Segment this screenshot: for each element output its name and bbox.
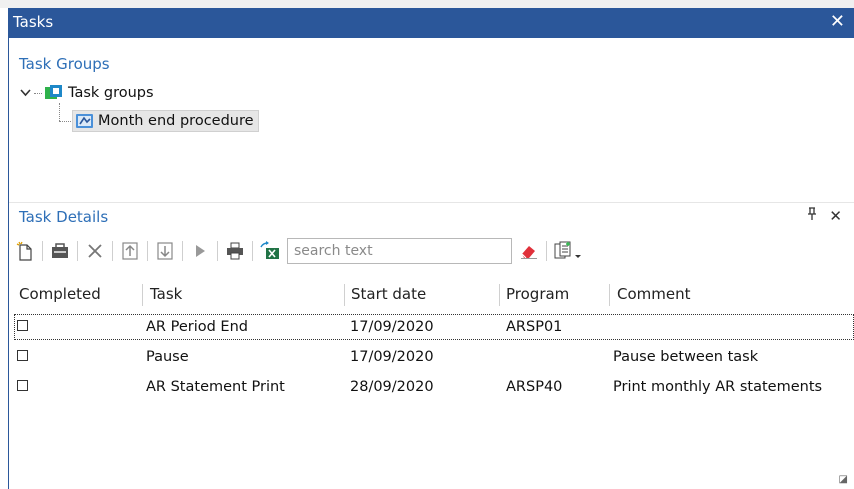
- column-header-start-date[interactable]: Start date: [351, 285, 426, 303]
- task-cell: Pause: [146, 349, 189, 365]
- task-groups-icon: [44, 84, 64, 102]
- toolbar-separator: [77, 241, 78, 261]
- comment-cell: Print monthly AR statements: [613, 379, 823, 395]
- table-row[interactable]: Pause 17/09/2020 Pause between task: [14, 344, 854, 370]
- pane-divider: [9, 202, 854, 203]
- tree-connector-horizontal: [59, 121, 71, 122]
- program-cell: ARSP40: [506, 379, 563, 395]
- tree-connector: [34, 92, 42, 94]
- column-separator[interactable]: [142, 284, 143, 306]
- toolbar-separator: [252, 241, 253, 261]
- run-icon[interactable]: [189, 240, 211, 262]
- table-row[interactable]: AR Period End 17/09/2020 ARSP01: [14, 314, 854, 340]
- window-titlebar: Tasks ✕: [8, 8, 854, 38]
- properties-icon[interactable]: [49, 240, 71, 262]
- column-chooser-icon[interactable]: [553, 240, 583, 262]
- tree-node-task-groups[interactable]: Task groups: [20, 84, 154, 102]
- program-cell: ARSP01: [506, 319, 563, 335]
- task-groups-heading: Task Groups: [19, 55, 110, 73]
- task-cell: AR Statement Print: [146, 379, 285, 395]
- task-grid-header: Completed Task Start date Program Commen…: [14, 282, 854, 308]
- export-excel-icon[interactable]: [259, 240, 281, 262]
- resize-grip-icon[interactable]: ◪: [839, 474, 848, 485]
- print-icon[interactable]: [224, 240, 246, 262]
- chevron-down-icon[interactable]: [20, 85, 34, 101]
- task-toolbar: [14, 236, 589, 266]
- column-header-completed[interactable]: Completed: [19, 285, 101, 303]
- move-down-icon[interactable]: [154, 240, 176, 262]
- column-header-comment[interactable]: Comment: [617, 285, 691, 303]
- completed-checkbox[interactable]: [17, 320, 28, 331]
- top-strip: [0, 0, 854, 8]
- completed-checkbox[interactable]: [17, 350, 28, 361]
- toolbar-separator: [182, 241, 183, 261]
- column-separator[interactable]: [499, 284, 500, 306]
- toolbar-separator: [112, 241, 113, 261]
- toolbar-separator: [217, 241, 218, 261]
- delete-icon[interactable]: [84, 240, 106, 262]
- search-input[interactable]: [287, 238, 512, 264]
- completed-checkbox[interactable]: [17, 380, 28, 391]
- start-date-cell: 28/09/2020: [350, 379, 434, 395]
- clear-search-icon[interactable]: [518, 240, 540, 262]
- close-icon[interactable]: ✕: [830, 11, 845, 32]
- tree-node-label: Task groups: [68, 85, 154, 101]
- window-left-border: [8, 38, 9, 489]
- task-details-heading: Task Details: [19, 208, 109, 226]
- close-icon[interactable]: ✕: [829, 207, 842, 225]
- comment-cell: Pause between task: [613, 349, 759, 365]
- move-up-icon[interactable]: [119, 240, 141, 262]
- tree-node-month-end-procedure[interactable]: Month end procedure: [72, 110, 259, 132]
- start-date-cell: 17/09/2020: [350, 319, 434, 335]
- start-date-cell: 17/09/2020: [350, 349, 434, 365]
- toolbar-separator: [546, 241, 547, 261]
- new-task-icon[interactable]: [14, 240, 36, 262]
- pin-icon[interactable]: [807, 207, 822, 225]
- pane-controls: ✕: [799, 207, 842, 225]
- toolbar-separator: [147, 241, 148, 261]
- task-cell: AR Period End: [146, 319, 248, 335]
- column-separator[interactable]: [344, 284, 345, 306]
- tree-node-label: Month end procedure: [98, 113, 254, 129]
- column-header-program[interactable]: Program: [506, 285, 569, 303]
- table-row[interactable]: AR Statement Print 28/09/2020 ARSP40 Pri…: [14, 374, 854, 400]
- toolbar-separator: [42, 241, 43, 261]
- column-header-task[interactable]: Task: [150, 285, 182, 303]
- task-group-item-icon: [75, 112, 95, 130]
- tree-connector-vertical: [59, 103, 60, 121]
- window-title: Tasks: [13, 13, 54, 31]
- column-separator[interactable]: [609, 284, 610, 306]
